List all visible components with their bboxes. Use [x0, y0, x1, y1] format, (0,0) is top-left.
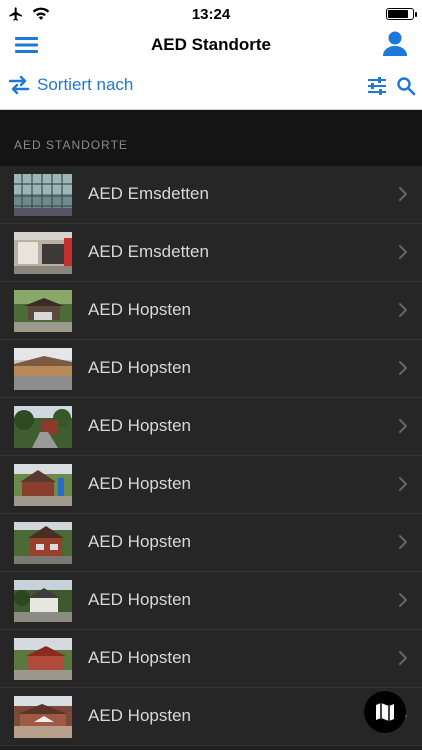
list-item[interactable]: AED Hopsten	[0, 398, 422, 456]
wifi-icon	[32, 7, 50, 20]
location-thumbnail	[14, 522, 72, 564]
list-item[interactable]: AED Hopsten	[0, 456, 422, 514]
location-name: AED Hopsten	[88, 532, 191, 551]
location-thumbnail	[14, 348, 72, 390]
location-thumbnail	[14, 638, 72, 680]
status-bar: 13:24	[0, 0, 422, 28]
location-thumbnail	[14, 174, 72, 216]
hamburger-menu-icon	[15, 37, 38, 53]
user-icon	[383, 31, 407, 56]
location-name: AED Emsdetten	[88, 184, 209, 203]
chevron-right-icon	[398, 418, 408, 434]
map-button[interactable]	[364, 691, 406, 733]
sliders-icon	[368, 77, 386, 95]
chevron-right-icon	[398, 186, 408, 202]
location-name: AED Emsdetten	[88, 242, 209, 261]
chevron-right-icon	[398, 244, 408, 260]
status-time: 13:24	[191, 5, 231, 23]
search-button[interactable]	[396, 75, 416, 97]
map-icon	[376, 703, 394, 721]
location-thumbnail	[14, 696, 72, 738]
location-thumbnail	[14, 290, 72, 332]
list-item[interactable]: AED Emsdetten	[0, 166, 422, 224]
location-name: AED Hopsten	[88, 358, 191, 377]
location-list: AED Emsdetten AED Emsdetten AED Hopsten AED…	[0, 166, 422, 746]
location-thumbnail	[14, 406, 72, 448]
list-item[interactable]: AED Hopsten	[0, 688, 422, 746]
chevron-right-icon	[398, 650, 408, 666]
swap-arrows-icon	[8, 75, 30, 95]
list-item[interactable]: AED Hopsten	[0, 340, 422, 398]
battery-icon	[386, 8, 417, 20]
section-header: AED STANDORTE	[0, 110, 422, 166]
sort-button[interactable]: Sortiert nach	[8, 75, 133, 95]
filter-button[interactable]	[366, 75, 388, 97]
location-name: AED Hopsten	[88, 590, 191, 609]
location-name: AED Hopsten	[88, 416, 191, 435]
menu-button[interactable]	[14, 34, 40, 56]
list-item[interactable]: AED Hopsten	[0, 572, 422, 630]
location-thumbnail	[14, 232, 72, 274]
list-item[interactable]: AED Emsdetten	[0, 224, 422, 282]
location-name: AED Hopsten	[88, 300, 191, 319]
toolbar: Sortiert nach	[0, 62, 422, 110]
location-thumbnail	[14, 464, 72, 506]
list-item[interactable]: AED Hopsten	[0, 514, 422, 572]
chevron-right-icon	[398, 476, 408, 492]
list-item[interactable]: AED Hopsten	[0, 630, 422, 688]
location-name: AED Hopsten	[88, 648, 191, 667]
location-name: AED Hopsten	[88, 474, 191, 493]
search-icon	[397, 77, 416, 96]
list-item[interactable]: AED Hopsten	[0, 282, 422, 340]
chevron-right-icon	[398, 302, 408, 318]
chevron-right-icon	[398, 360, 408, 376]
airplane-icon	[9, 7, 22, 21]
nav-bar: AED Standorte	[0, 28, 422, 62]
section-title: AED STANDORTE	[14, 138, 128, 152]
battery-level	[388, 10, 408, 18]
page-title: AED Standorte	[151, 35, 271, 54]
chevron-right-icon	[398, 592, 408, 608]
location-name: AED Hopsten	[88, 706, 191, 725]
location-thumbnail	[14, 580, 72, 622]
sort-label: Sortiert nach	[37, 75, 134, 94]
chevron-right-icon	[398, 534, 408, 550]
profile-button[interactable]	[382, 30, 408, 58]
